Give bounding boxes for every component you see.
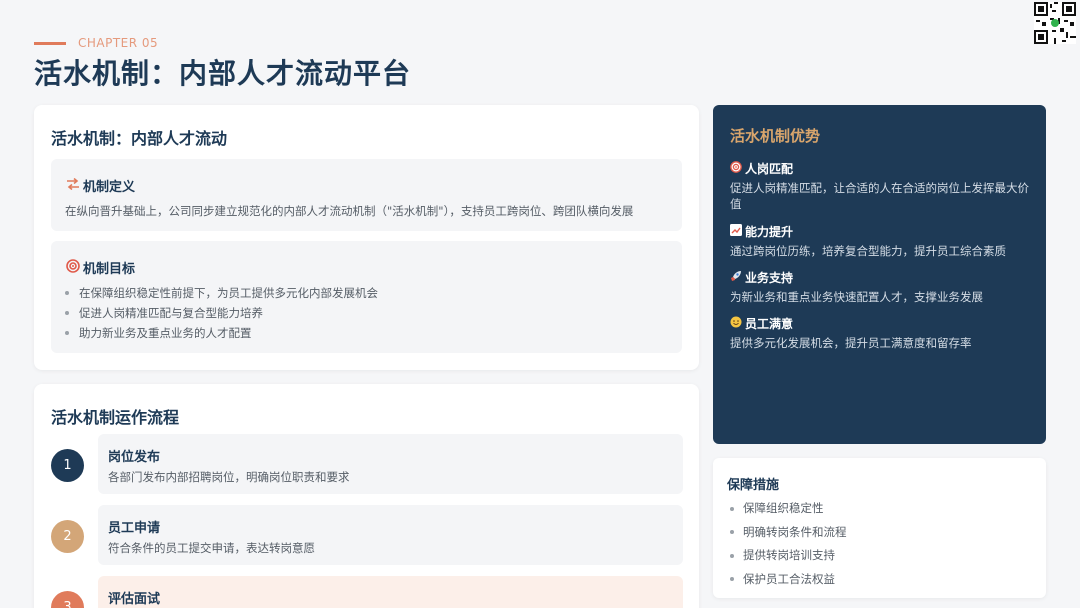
advantage-desc: 提供多元化发展机会，提升员工满意度和留存率 xyxy=(730,336,972,350)
goals-list: 在保障组织稳定性前提下，为员工提供多元化内部发展机会 促进人岗精准匹配与复合型能… xyxy=(65,283,378,343)
list-item: 保护员工合法权益 xyxy=(730,568,847,592)
advantage-desc: 促进人岗精准匹配，让合适的人在合适的岗位上发挥最大价值 xyxy=(730,181,1029,211)
step-desc: 符合条件的员工提交申请，表达转岗意愿 xyxy=(108,541,315,555)
process-step: 3 评估面试 xyxy=(51,576,683,608)
target-icon xyxy=(65,258,81,277)
process-step: 1 岗位发布 各部门发布内部招聘岗位，明确岗位职责和要求 xyxy=(51,434,683,496)
process-card: 活水机制运作流程 1 岗位发布 各部门发布内部招聘岗位，明确岗位职责和要求 2 … xyxy=(34,384,699,608)
advantage-title: 能力提升 xyxy=(745,225,794,239)
process-card-title: 活水机制运作流程 xyxy=(51,408,180,427)
list-item: 明确转岗条件和流程 xyxy=(730,521,847,545)
page-title: 活水机制：内部人才流动平台 xyxy=(34,57,412,90)
list-item: 保障组织稳定性 xyxy=(730,497,847,521)
advantage-title: 员工满意 xyxy=(745,317,794,331)
definition-text: 在纵向晋升基础上，公司同步建立规范化的内部人才流动机制（"活水机制"），支持员工… xyxy=(65,204,634,218)
advantage-item: 员工满意 提供多元化发展机会，提升员工满意度和留存率 xyxy=(730,315,1035,351)
list-item: 在保障组织稳定性前提下，为员工提供多元化内部发展机会 xyxy=(65,283,378,303)
step-number-badge: 1 xyxy=(51,449,84,482)
advantage-desc: 为新业务和重点业务快速配置人才，支撑业务发展 xyxy=(730,290,983,304)
intro-card-title: 活水机制：内部人才流动 xyxy=(51,129,228,148)
advantage-desc: 通过跨岗位历练，培养复合型能力，提升员工综合素质 xyxy=(730,244,1006,258)
definition-title: 机制定义 xyxy=(83,180,136,195)
definition-box: 机制定义 在纵向晋升基础上，公司同步建立规范化的内部人才流动机制（"活水机制"）… xyxy=(51,159,682,231)
advantage-item: 人岗匹配 促进人岗精准匹配，让合适的人在合适的岗位上发挥最大价值 xyxy=(730,160,1035,212)
arrows-exchange-icon xyxy=(65,177,81,194)
list-item: 促进人岗精准匹配与复合型能力培养 xyxy=(65,303,378,323)
advantages-panel: 活水机制优势 人岗匹配 促进人岗精准匹配，让合适的人在合适的岗位上发挥最大价值 … xyxy=(713,105,1046,444)
chart-up-icon xyxy=(730,224,745,239)
step-title: 岗位发布 xyxy=(108,450,161,465)
list-item: 助力新业务及重点业务的人才配置 xyxy=(65,323,378,343)
step-title: 评估面试 xyxy=(108,592,161,607)
chapter-text: CHAPTER 05 xyxy=(78,36,159,50)
advantage-item: 业务支持 为新业务和重点业务快速配置人才，支撑业务发展 xyxy=(730,269,1035,305)
safeguards-title: 保障措施 xyxy=(727,478,780,493)
list-item: 提供转岗培训支持 xyxy=(730,544,847,568)
goals-box: 机制目标 在保障组织稳定性前提下，为员工提供多元化内部发展机会 促进人岗精准匹配… xyxy=(51,241,682,353)
step-desc: 各部门发布内部招聘岗位，明确岗位职责和要求 xyxy=(108,470,350,484)
step-title: 员工申请 xyxy=(108,521,161,536)
rocket-icon xyxy=(730,270,745,285)
advantage-item: 能力提升 通过跨岗位历练，培养复合型能力，提升员工综合素质 xyxy=(730,223,1035,259)
advantages-title: 活水机制优势 xyxy=(730,127,821,145)
safeguards-list: 保障组织稳定性 明确转岗条件和流程 提供转岗培训支持 保护员工合法权益 xyxy=(730,497,847,591)
step-number-badge: 3 xyxy=(51,591,84,608)
process-step: 2 员工申请 符合条件的员工提交申请，表达转岗意愿 xyxy=(51,505,683,567)
target-icon xyxy=(730,161,745,176)
advantage-title: 业务支持 xyxy=(745,271,794,285)
advantage-title: 人岗匹配 xyxy=(745,162,794,176)
chapter-accent-bar xyxy=(34,41,66,45)
chapter-label: CHAPTER 05 xyxy=(34,36,158,50)
mechanism-intro-card: 活水机制：内部人才流动 机制定义 在纵向晋升基础上，公司同步建立规范化的内部人才… xyxy=(34,105,699,370)
safeguards-card: 保障措施 保障组织稳定性 明确转岗条件和流程 提供转岗培训支持 保护员工合法权益 xyxy=(713,458,1046,598)
qr-code-icon xyxy=(1034,2,1076,44)
step-number-badge: 2 xyxy=(51,520,84,553)
smile-icon xyxy=(730,316,745,331)
goals-title: 机制目标 xyxy=(83,262,136,277)
